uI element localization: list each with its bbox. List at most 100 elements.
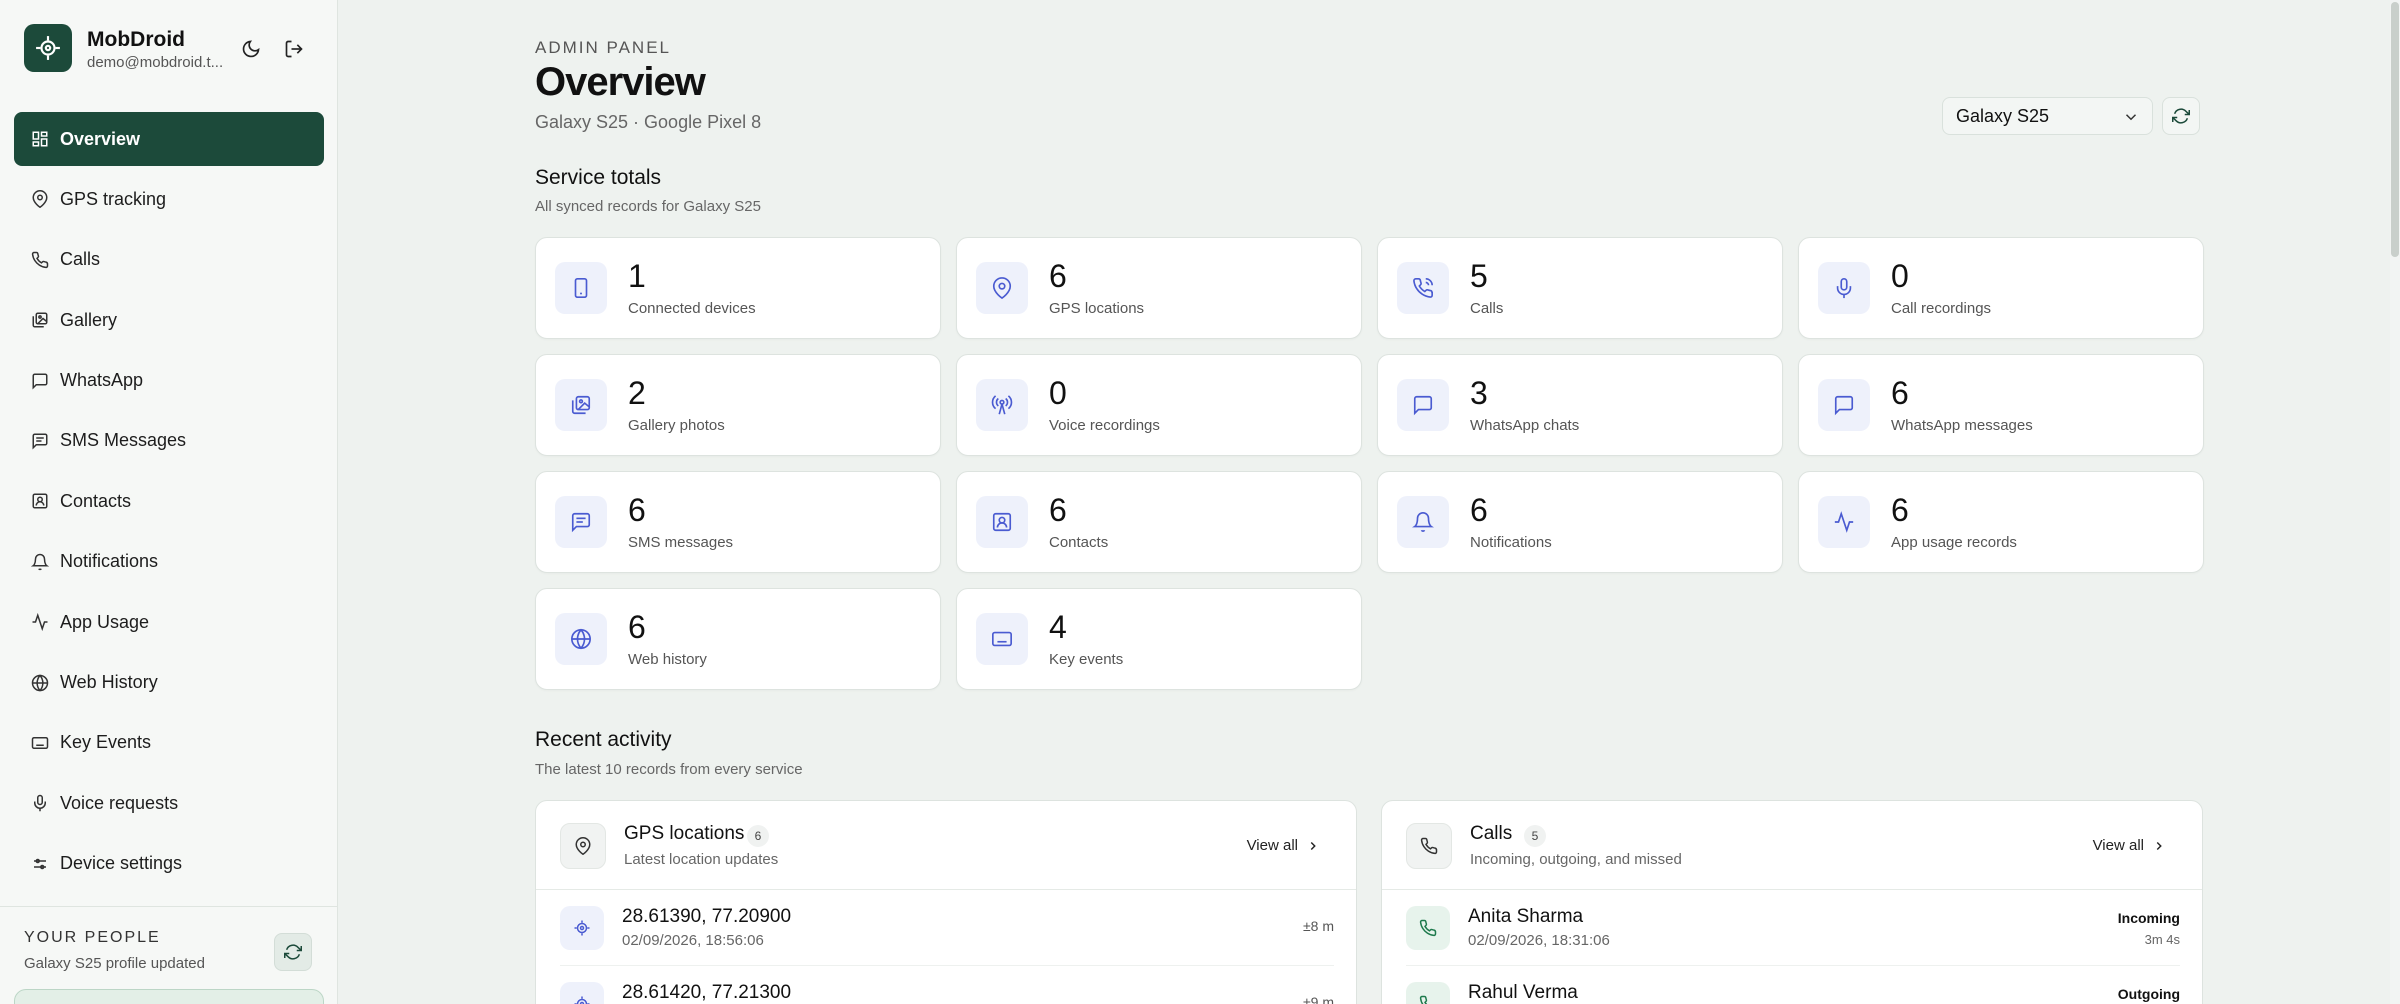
sidebar-item-label: Overview [60,128,141,149]
sidebar-item-calls[interactable]: Calls [14,233,324,287]
view-all-link[interactable]: View all [1247,837,1320,854]
logout-icon [285,40,303,58]
stat-label: App usage records [1891,534,2017,551]
your-people-refresh-button[interactable] [274,933,312,971]
moon-icon [242,40,260,58]
bell-icon [1397,496,1449,548]
stat-card-app-usage-records[interactable]: 6 App usage records [1798,471,2204,573]
chevron-down-icon [2125,114,2137,121]
stat-card-gps-locations[interactable]: 6 GPS locations [956,237,1362,339]
sidebar-item-contacts[interactable]: Contacts [14,474,324,528]
sidebar-item-app-usage[interactable]: App Usage [14,595,324,649]
stat-value: 2 [628,375,646,411]
location-target-icon [560,906,604,950]
your-people-item[interactable] [14,989,324,1004]
stat-card-whatsapp-chats[interactable]: 3 WhatsApp chats [1377,354,1783,456]
page-eyebrow: ADMIN PANEL [535,38,671,57]
sidebar-item-sms-messages[interactable]: SMS Messages [14,414,324,468]
your-people-section: YOUR PEOPLE Galaxy S25 profile updated [0,906,338,1004]
service-totals-subtitle: All synced records for Galaxy S25 [535,198,761,215]
brand-name: MobDroid [87,28,185,51]
contact-icon [976,496,1028,548]
sidebar-item-gallery[interactable]: Gallery [14,293,324,347]
sidebar-item-label: Device settings [60,853,183,874]
dark-mode-toggle[interactable] [238,36,264,62]
stat-card-call-recordings[interactable]: 0 Call recordings [1798,237,2204,339]
message-icon [555,496,607,548]
stat-value: 6 [628,492,646,528]
sidebar-item-key-events[interactable]: Key Events [14,716,324,770]
stat-label: WhatsApp messages [1891,417,2033,434]
sidebar-item-notifications[interactable]: Notifications [14,535,324,589]
list-item[interactable]: 28.61420, 77.21300 ±9 m [560,966,1334,1004]
stat-value: 1 [628,258,646,294]
sidebar-item-voice-requests[interactable]: Voice requests [14,776,324,830]
stat-label: Web history [628,651,707,668]
sidebar-item-gps-tracking[interactable]: GPS tracking [14,172,324,226]
list-item[interactable]: 28.61390, 77.20900 02/09/2026, 18:56:06 … [560,890,1334,966]
globe-icon [30,673,50,693]
stat-label: Gallery photos [628,417,725,434]
sidebar-item-web-history[interactable]: Web History [14,656,324,710]
stat-value: 6 [1891,492,1909,528]
globe-icon [555,613,607,665]
keyboard-icon [976,613,1028,665]
stat-card-gallery-photos[interactable]: 2 Gallery photos [535,354,941,456]
location-target-icon [560,982,604,1004]
chat-icon [1818,379,1870,431]
view-all-link[interactable]: View all [2093,837,2166,854]
map-pin-icon [976,262,1028,314]
list-item[interactable]: Anita Sharma 02/09/2026, 18:31:06 Incomi… [1406,890,2180,966]
stat-value: 3 [1470,375,1488,411]
call-direction: Outgoing [2117,986,2180,1002]
refresh-button[interactable] [2162,97,2200,135]
stat-label: Contacts [1049,534,1109,551]
call-duration: 3m 4s [2144,932,2180,947]
phone-icon [1406,823,1452,869]
scrollbar-thumb[interactable] [2391,2,2399,257]
stat-card-contacts[interactable]: 6 Contacts [956,471,1362,573]
sidebar-item-overview[interactable]: Overview [14,112,324,166]
location-coordinates: 28.61420, 77.21300 [622,982,792,1003]
device-select[interactable]: Galaxy S25 [1942,97,2153,135]
list-item[interactable]: Rahul Verma Outgoing [1406,966,2180,1004]
sidebar-item-label: Calls [60,249,101,270]
smartphone-icon [555,262,607,314]
stat-card-notifications[interactable]: 6 Notifications [1377,471,1783,573]
stat-label: Key events [1049,651,1124,668]
stat-value: 6 [1049,492,1067,528]
stat-card-connected-devices[interactable]: 1 Connected devices [535,237,941,339]
stat-card-sms-messages[interactable]: 6 SMS messages [535,471,941,573]
stat-card-web-history[interactable]: 6 Web history [535,588,941,690]
stat-label: Call recordings [1891,300,1992,317]
stat-card-whatsapp-messages[interactable]: 6 WhatsApp messages [1798,354,2204,456]
phone-icon [30,250,50,270]
sidebar-item-whatsapp[interactable]: WhatsApp [14,354,324,408]
map-pin-icon [30,189,50,209]
sidebar-item-label: SMS Messages [60,430,187,451]
count-badge: 6 [747,825,769,847]
mic-icon [30,793,50,813]
sidebar-item-label: Web History [60,672,158,693]
stat-card-key-events[interactable]: 4 Key events [956,588,1362,690]
stat-value: 6 [628,609,646,645]
page-scrollbar[interactable] [2390,0,2400,1004]
view-all-label: View all [1246,837,1298,854]
caller-name: Rahul Verma [1468,982,1578,1003]
map-pin-icon [560,823,606,869]
gallery-icon [30,310,50,330]
sliders-icon [30,854,50,874]
stat-card-voice-recordings[interactable]: 0 Voice recordings [956,354,1362,456]
your-people-title: YOUR PEOPLE [24,929,161,946]
calls-panel: Calls 5 Incoming, outgoing, and missed V… [1381,800,2203,1004]
panel-header: GPS locations 6 Latest location updates … [536,801,1356,890]
logout-button[interactable] [281,36,307,62]
sidebar-item-label: Voice requests [60,792,179,813]
stat-card-calls[interactable]: 5 Calls [1377,237,1783,339]
page-title: Overview [535,60,706,104]
sidebar-item-device-settings[interactable]: Device settings [14,837,324,891]
stat-label: Calls [1470,300,1504,317]
refresh-icon [2172,108,2190,124]
activity-icon [1818,496,1870,548]
sidebar-item-label: App Usage [60,611,150,632]
